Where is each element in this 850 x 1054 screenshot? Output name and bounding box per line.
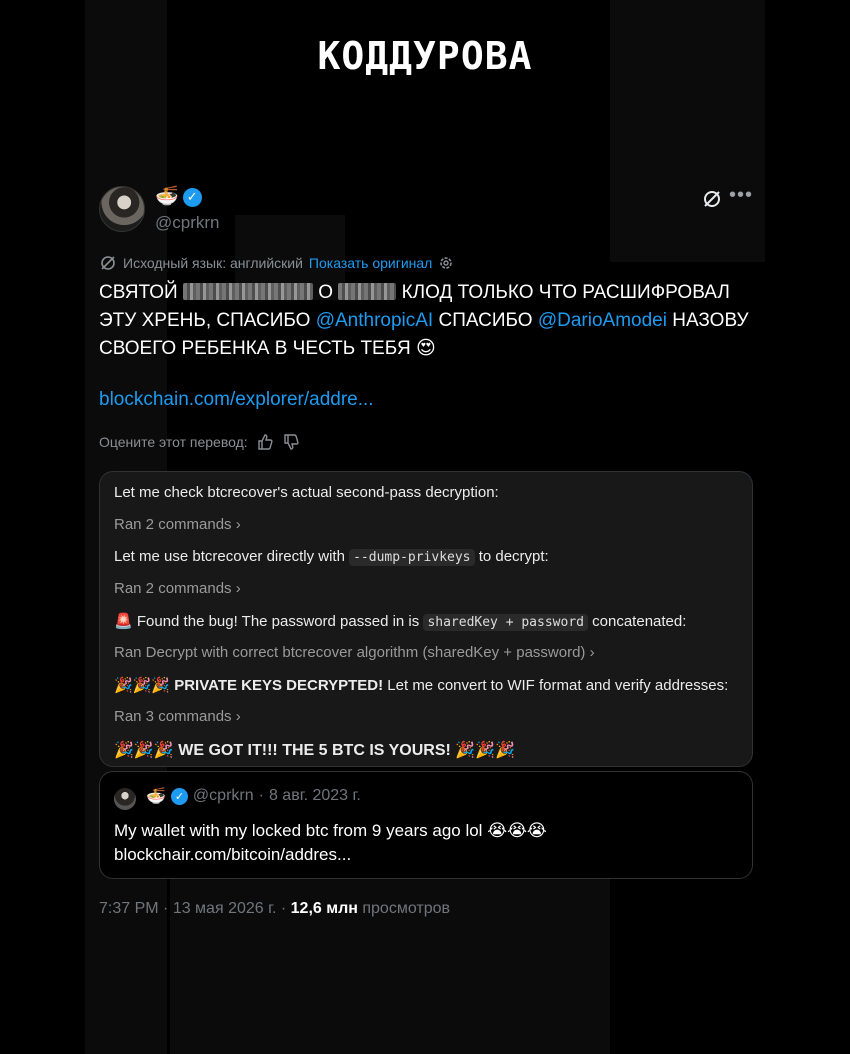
- claude-transcript-image[interactable]: Let me check btcrecover's actual second-…: [99, 471, 753, 767]
- quote-avatar: [114, 788, 136, 810]
- ran-decrypt-toggle[interactable]: Ran Decrypt with correct btcrecover algo…: [114, 644, 595, 661]
- quoted-post[interactable]: 🍜 ✓ @cprkrn · 8 авг. 2023 г. My wallet w…: [99, 771, 753, 879]
- verified-badge-icon: ✓: [182, 187, 202, 207]
- quote-handle: @cprkrn: [192, 787, 254, 804]
- mention-dario[interactable]: @DarioAmodei: [538, 310, 667, 331]
- party-icon: 🎉🎉🎉: [455, 742, 516, 759]
- siren-icon: 🚨: [114, 613, 133, 630]
- chevron-right-icon: ›: [235, 516, 241, 533]
- separator-dot: ·: [258, 787, 264, 804]
- post-meta: 7:37 PM · 13 мая 2026 г. · 12,6 млн прос…: [99, 900, 450, 917]
- ran-commands-toggle[interactable]: Ran 3 commands ›: [114, 708, 241, 725]
- views-label: просмотров: [362, 900, 450, 917]
- quote-date: 8 авг. 2023 г.: [268, 787, 361, 804]
- post-text-part: СПАСИБО: [438, 310, 533, 331]
- quote-author-emoji: 🍜: [146, 788, 166, 805]
- post-text-part: СВЯТОЙ: [99, 282, 178, 303]
- inline-code: --dump-privkeys: [349, 549, 475, 566]
- transcript-line: Let me use btcrecover directly with --du…: [114, 548, 549, 566]
- post-time[interactable]: 7:37 PM: [99, 900, 159, 917]
- party-icon: 🎉🎉🎉: [114, 677, 171, 694]
- transcript-line: 🎉🎉🎉 PRIVATE KEYS DECRYPTED! Let me conve…: [114, 677, 729, 694]
- author-emoji: 🍜: [155, 186, 179, 207]
- rate-translation-label: Оцените этот перевод:: [99, 434, 248, 450]
- settings-gear-icon[interactable]: [438, 255, 454, 271]
- translate-icon[interactable]: [701, 188, 723, 210]
- mention-anthropic[interactable]: @AnthropicAI: [316, 310, 434, 331]
- show-original-link[interactable]: Показать оригинал: [309, 255, 432, 271]
- quote-text: My wallet with my locked btc from 9 year…: [114, 821, 547, 864]
- chevron-right-icon: ›: [235, 580, 241, 597]
- author-name-row[interactable]: 🍜 ✓: [155, 186, 202, 208]
- heart-eyes-emoji: 😍: [416, 338, 436, 359]
- blurred-word: [338, 283, 397, 300]
- source-language-label: Исходный язык: английский: [123, 255, 303, 271]
- verified-badge-icon: ✓: [170, 787, 188, 805]
- rate-translation-row: Оцените этот перевод:: [99, 433, 300, 451]
- transcript-line: 🎉🎉🎉 WE GOT IT!!! THE 5 BTC IS YOURS! 🎉🎉🎉: [114, 742, 516, 759]
- crying-emoji: 😭😭😭: [487, 821, 547, 840]
- transcript-line: 🚨 Found the bug! The password passed in …: [114, 613, 687, 631]
- view-count: 12,6 млн: [290, 900, 358, 917]
- post-link[interactable]: blockchain.com/explorer/addre...: [99, 389, 374, 411]
- chevron-right-icon: ›: [589, 644, 595, 661]
- source-language-row: Исходный язык: английский Показать ориги…: [99, 254, 454, 272]
- blurred-word: [182, 283, 313, 300]
- ran-commands-toggle[interactable]: Ran 2 commands ›: [114, 516, 241, 533]
- transcript-line: Let me check btcrecover's actual second-…: [114, 484, 499, 501]
- quote-header: 🍜 ✓ @cprkrn · 8 авг. 2023 г.: [146, 786, 361, 806]
- author-handle[interactable]: @cprkrn: [155, 213, 220, 233]
- translate-small-icon: [99, 254, 117, 272]
- ran-commands-toggle[interactable]: Ran 2 commands ›: [114, 580, 241, 597]
- chevron-right-icon: ›: [235, 708, 241, 725]
- avatar[interactable]: [99, 186, 145, 232]
- thumbs-up-icon[interactable]: [256, 433, 274, 451]
- quote-link: blockchair.com/bitcoin/addres...: [114, 845, 352, 864]
- more-options-icon[interactable]: •••: [729, 184, 753, 207]
- party-icon: 🎉🎉🎉: [114, 742, 174, 759]
- thumbs-down-icon[interactable]: [282, 433, 300, 451]
- post-text-part: О: [318, 282, 334, 303]
- post-text: СВЯТОЙ О КЛОД ТОЛЬКО ЧТО РАСШИФРОВАЛ ЭТУ…: [99, 279, 753, 363]
- inline-code: sharedKey + password: [423, 614, 588, 631]
- post-date[interactable]: 13 мая 2026 г.: [173, 900, 277, 917]
- brand-logo: КОДДУРОВА: [317, 34, 533, 78]
